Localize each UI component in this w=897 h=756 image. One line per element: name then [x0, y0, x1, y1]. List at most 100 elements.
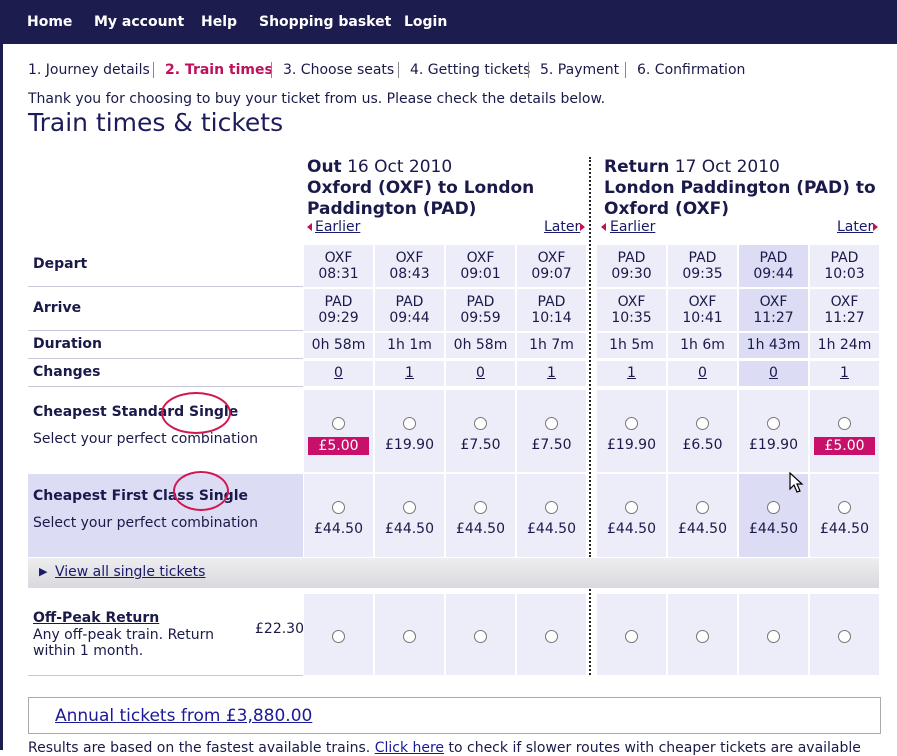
standard-price-cell: £7.50 [517, 390, 586, 472]
fare-radio-button[interactable] [403, 501, 416, 514]
view-all-single-tickets-link[interactable]: View all single tickets [55, 564, 205, 580]
row-label-depart: Depart [33, 256, 88, 272]
annotation-circle [161, 392, 231, 434]
train-time: 10:41 [682, 310, 723, 326]
expand-triangle-icon: ▶ [39, 565, 48, 578]
station-code: OXF [830, 294, 859, 310]
off-peak-radio-button[interactable] [403, 630, 416, 643]
fare-radio-button[interactable] [332, 501, 345, 514]
changes-link[interactable]: 0 [476, 365, 485, 381]
off-peak-radio-button[interactable] [838, 630, 851, 643]
train-time: 10:35 [611, 310, 652, 326]
fare-price: £44.50 [456, 521, 505, 537]
fare-radio-button[interactable] [625, 501, 638, 514]
off-peak-cell [304, 594, 373, 675]
step-separator [398, 62, 399, 78]
outbound-later-link[interactable]: Later [544, 219, 580, 235]
outbound-return-divider [589, 157, 591, 557]
off-peak-cell [597, 594, 666, 675]
off-peak-radio-button[interactable] [332, 630, 345, 643]
station-code: OXF [537, 250, 566, 266]
duration-cell: 1h 5m [597, 333, 666, 358]
top-navigation-bar: Home My account Help Shopping basket Log… [0, 0, 897, 44]
fare-price: £19.90 [749, 437, 798, 453]
first-class-price-cell: £44.50 [446, 474, 515, 557]
duration-cell: 1h 24m [810, 333, 879, 358]
arrive-cell: OXF 11:27 [739, 289, 808, 331]
fare-radio-button[interactable] [545, 417, 558, 430]
annotation-circle [173, 471, 229, 511]
nav-login-link[interactable]: Login [404, 14, 447, 30]
duration-cell: 1h 7m [517, 333, 586, 358]
view-all-singles-band: ▶ View all single tickets [28, 558, 879, 588]
fare-radio-button[interactable] [403, 417, 416, 430]
off-peak-return-link[interactable]: Off-Peak Return [33, 610, 159, 626]
return-later-link[interactable]: Later [837, 219, 873, 235]
nav-my-account-link[interactable]: My account [94, 14, 184, 30]
fare-radio-button[interactable] [474, 417, 487, 430]
later-arrow-icon [873, 223, 878, 231]
fare-radio-button[interactable] [625, 417, 638, 430]
off-peak-radio-button[interactable] [625, 630, 638, 643]
fare-price: £44.50 [314, 521, 363, 537]
standard-price-cell: £19.90 [375, 390, 444, 472]
return-earlier-link[interactable]: Earlier [610, 219, 655, 235]
fare-radio-button[interactable] [696, 417, 709, 430]
fare-radio-button[interactable] [474, 501, 487, 514]
off-peak-radio-button[interactable] [545, 630, 558, 643]
train-time: 08:43 [389, 266, 430, 282]
row-divider [28, 286, 303, 287]
row-divider [28, 675, 303, 676]
step-confirmation: 6. Confirmation [637, 62, 746, 78]
duration-value: 1h 6m [680, 337, 725, 353]
off-peak-radio-button[interactable] [696, 630, 709, 643]
station-code: OXF [617, 294, 646, 310]
off-peak-radio-button[interactable] [474, 630, 487, 643]
changes-link[interactable]: 1 [627, 365, 636, 381]
station-code: PAD [324, 294, 353, 310]
changes-link[interactable]: 1 [547, 365, 556, 381]
fare-radio-button[interactable] [767, 417, 780, 430]
standard-price-cell: £5.00 [304, 390, 373, 472]
fare-radio-button[interactable] [838, 501, 851, 514]
fare-radio-button[interactable] [696, 501, 709, 514]
step-separator [625, 62, 626, 78]
first-class-subtext: Select your perfect combination [33, 515, 258, 531]
duration-cell: 1h 1m [375, 333, 444, 358]
duration-value: 1h 1m [387, 337, 432, 353]
depart-cell: OXF 09:07 [517, 245, 586, 287]
fare-price: £5.00 [814, 437, 875, 455]
fare-price: £44.50 [820, 521, 869, 537]
row-divider [28, 330, 303, 331]
changes-cell: 1 [810, 361, 879, 386]
outbound-header: Out 16 Oct 2010 [307, 157, 452, 178]
station-code: OXF [688, 294, 717, 310]
off-peak-radio-button[interactable] [767, 630, 780, 643]
fare-radio-button[interactable] [838, 417, 851, 430]
arrive-cell: OXF 11:27 [810, 289, 879, 331]
changes-link[interactable]: 0 [698, 365, 707, 381]
nav-home-link[interactable]: Home [27, 14, 72, 30]
outbound-route-line2: Paddington (PAD) [307, 199, 477, 219]
depart-cell: OXF 08:31 [304, 245, 373, 287]
nav-shopping-basket-link[interactable]: Shopping basket [259, 14, 391, 30]
return-route-line1: London Paddington (PAD) to [604, 178, 876, 198]
click-here-link[interactable]: Click here [375, 740, 444, 756]
train-time: 09:44 [389, 310, 430, 326]
fare-radio-button[interactable] [767, 501, 780, 514]
nav-help-link[interactable]: Help [201, 14, 237, 30]
changes-link[interactable]: 0 [334, 365, 343, 381]
depart-cell: PAD 09:30 [597, 245, 666, 287]
outbound-earlier-link[interactable]: Earlier [315, 219, 360, 235]
fare-price: £5.00 [308, 437, 369, 455]
step-separator [528, 62, 529, 78]
fare-radio-button[interactable] [332, 417, 345, 430]
train-time: 10:14 [531, 310, 572, 326]
changes-link[interactable]: 1 [405, 365, 414, 381]
outbound-return-divider [589, 589, 591, 675]
annual-tickets-link[interactable]: Annual tickets from £3,880.00 [55, 706, 312, 726]
fare-radio-button[interactable] [545, 501, 558, 514]
changes-link[interactable]: 0 [769, 365, 778, 381]
changes-link[interactable]: 1 [840, 365, 849, 381]
duration-value: 0h 58m [453, 337, 508, 353]
